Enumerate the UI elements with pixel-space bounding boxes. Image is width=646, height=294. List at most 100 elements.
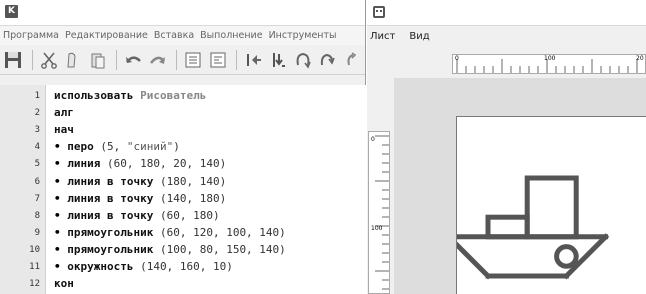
editor-window: K Программа Редактирование Вставка Выпол… bbox=[0, 0, 366, 294]
code-line[interactable]: кон bbox=[0, 276, 366, 292]
keyword: линия в точку bbox=[67, 191, 154, 205]
menu-edit[interactable]: Редактирование bbox=[65, 30, 148, 41]
run-icon[interactable] bbox=[267, 48, 290, 72]
boat-drawing bbox=[445, 175, 610, 280]
painter-window: Лист Вид 0 100 20 0 100 bbox=[367, 0, 646, 294]
vertical-ruler: 0 100 bbox=[368, 131, 390, 294]
editor-toolbar bbox=[0, 45, 365, 75]
indent-marker: • bbox=[54, 242, 61, 256]
keyword: линия в точку bbox=[67, 174, 154, 188]
keyword: перо bbox=[67, 140, 94, 154]
code-text: • прямоугольник (100, 80, 150, 140) bbox=[54, 242, 286, 258]
indent-marker: • bbox=[54, 191, 61, 205]
code-line[interactable]: использовать Рисователь bbox=[0, 88, 366, 104]
menu-tools[interactable]: Инструменты bbox=[269, 30, 337, 41]
code-line[interactable]: • прямоугольник (100, 80, 150, 140) bbox=[0, 242, 366, 258]
arguments: (180, 140) bbox=[159, 174, 227, 188]
code-text: • линия (60, 180, 20, 140) bbox=[54, 156, 226, 172]
toolbar-separator bbox=[236, 49, 238, 70]
keyword: алг bbox=[54, 106, 74, 120]
robot-icon bbox=[373, 6, 385, 18]
comment-icon[interactable] bbox=[182, 48, 205, 72]
uncomment-icon[interactable] bbox=[207, 48, 230, 72]
drawing-sheet[interactable] bbox=[445, 116, 646, 294]
code-editor[interactable]: 1 2 3 4 5 6 7 8 9 10 11 12 использовать Рисователь а… bbox=[0, 85, 366, 294]
keyword: прямоугольник bbox=[67, 225, 154, 239]
menu-program[interactable]: Программа bbox=[3, 30, 59, 41]
v-ruler-label: 0 bbox=[371, 136, 375, 143]
string-literal: "синий" bbox=[126, 140, 174, 154]
arguments: (60, 180) bbox=[159, 208, 220, 222]
painter-titlebar bbox=[367, 0, 646, 26]
menu-sheet[interactable]: Лист bbox=[370, 31, 395, 42]
copy-icon[interactable] bbox=[62, 48, 85, 72]
code-text: • линия в точку (60, 180) bbox=[54, 208, 220, 224]
code-line[interactable]: • линия (60, 180, 20, 140) bbox=[0, 156, 366, 172]
keyword: окружность bbox=[67, 260, 134, 273]
code-line[interactable]: алг bbox=[0, 105, 366, 121]
app-icon: K bbox=[5, 5, 18, 18]
menu-run[interactable]: Выполнение bbox=[200, 30, 262, 41]
keyword: линия bbox=[67, 157, 101, 171]
toolbar-separator bbox=[31, 49, 33, 70]
code-text: алг bbox=[54, 105, 81, 121]
cabin-rect bbox=[485, 214, 530, 240]
code-line[interactable]: • линия в точку (140, 180) bbox=[0, 191, 366, 207]
hull-line bbox=[445, 233, 492, 280]
arguments: (5, bbox=[100, 140, 127, 154]
cut-icon[interactable] bbox=[38, 48, 61, 72]
keyword: нач bbox=[54, 123, 74, 137]
v-ruler-label: 100 bbox=[371, 225, 383, 232]
indent-marker: • bbox=[54, 140, 61, 154]
editor-titlebar: K bbox=[0, 0, 365, 26]
code-line[interactable]: • окружность (140, 160, 10) bbox=[0, 259, 366, 275]
editor-menubar: Программа Редактирование Вставка Выполне… bbox=[0, 26, 365, 45]
code-text: • линия в точку (140, 180) bbox=[54, 191, 226, 207]
code-text: • линия в точку (180, 140) bbox=[54, 174, 226, 190]
code-text: • перо (5, "синий") bbox=[54, 139, 180, 155]
step-out-icon[interactable] bbox=[316, 48, 339, 72]
keyword: линия в точку bbox=[67, 208, 154, 222]
h-ruler-label: 20 bbox=[636, 55, 644, 62]
code-text: кон bbox=[54, 276, 81, 292]
code-line[interactable]: • перо (5, "синий") bbox=[0, 139, 366, 155]
h-ruler-label: 0 bbox=[455, 55, 459, 62]
code-text: • прямоугольник (60, 120, 100, 140) bbox=[54, 225, 286, 241]
run-all-icon[interactable] bbox=[341, 48, 364, 72]
painter-menubar: Лист Вид bbox=[367, 26, 646, 46]
keyword: использовать bbox=[54, 89, 134, 102]
menu-view[interactable]: Вид bbox=[409, 31, 429, 42]
step-icon[interactable] bbox=[242, 48, 265, 72]
keyword: кон bbox=[54, 277, 74, 291]
save-icon[interactable] bbox=[2, 48, 25, 72]
code-text: нач bbox=[54, 122, 81, 138]
step-into-icon[interactable] bbox=[291, 48, 314, 72]
arguments-tail: ) bbox=[173, 140, 180, 154]
toolbar-separator bbox=[116, 49, 118, 70]
toolbar-separator bbox=[176, 49, 178, 70]
code-line[interactable]: • прямоугольник (60, 120, 100, 140) bbox=[0, 225, 366, 241]
code-text: использовать Рисователь bbox=[54, 88, 206, 104]
keyword: прямоугольник bbox=[67, 242, 154, 256]
indent-marker: • bbox=[54, 225, 61, 239]
arguments: Рисователь bbox=[140, 89, 207, 102]
arguments: (140, 160, 10) bbox=[140, 260, 233, 273]
indent-marker: • bbox=[54, 208, 61, 222]
paste-icon[interactable] bbox=[87, 48, 110, 72]
indent-marker: • bbox=[54, 260, 61, 273]
cabin-rect bbox=[524, 175, 579, 240]
redo-icon[interactable] bbox=[147, 48, 170, 72]
indent-marker: • bbox=[54, 174, 61, 188]
code-line[interactable]: нач bbox=[0, 122, 366, 138]
menu-insert[interactable]: Вставка bbox=[154, 30, 194, 41]
code-text: • окружность (140, 160, 10) bbox=[54, 259, 233, 275]
hull-line bbox=[562, 233, 610, 280]
horizontal-ruler: 0 100 20 bbox=[452, 54, 646, 74]
arguments: (60, 180, 20, 140) bbox=[107, 157, 227, 171]
code-line[interactable]: • линия в точку (60, 180) bbox=[0, 208, 366, 224]
undo-icon[interactable] bbox=[122, 48, 145, 72]
arguments: (100, 80, 150, 140) bbox=[159, 242, 286, 256]
code-line[interactable]: • линия в точку (180, 140) bbox=[0, 174, 366, 190]
indent-marker: • bbox=[54, 157, 61, 171]
porthole-circle bbox=[554, 244, 579, 269]
